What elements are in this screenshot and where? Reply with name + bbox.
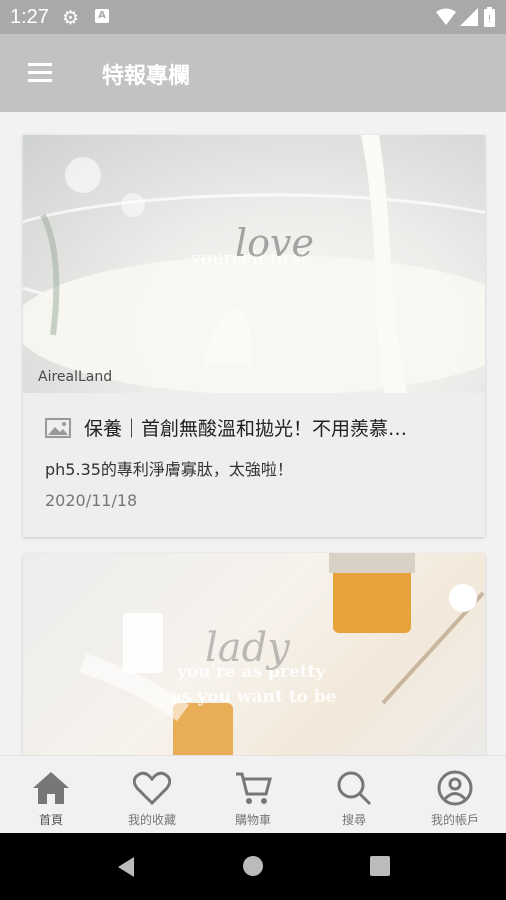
account-icon xyxy=(437,770,473,806)
signal-icon xyxy=(460,8,478,26)
article-subtitle: ph5.35的專利淨膚寡肽，太強啦！ xyxy=(45,460,293,479)
app-bar: 特報專欄 xyxy=(0,34,506,112)
nav-home-label: 首頁 xyxy=(38,813,63,827)
image-icon xyxy=(45,418,71,438)
nav-account-label: 我的帳戶 xyxy=(430,813,479,827)
article-card[interactable]: you're as pretty as you want to be lady xyxy=(23,553,485,763)
nav-cart-label: 購物車 xyxy=(234,813,271,827)
image-script-text: love xyxy=(235,221,314,265)
search-icon xyxy=(337,771,372,806)
image-watermark: AirealLand xyxy=(38,369,113,385)
settings-icon: ⚙ xyxy=(62,7,80,29)
article-image: yourself first love AirealLand xyxy=(23,135,485,393)
home-icon xyxy=(33,772,69,804)
status-time: 1:27 xyxy=(10,6,49,28)
heart-icon xyxy=(133,771,171,806)
image-script-text: lady xyxy=(205,625,290,671)
article-body: 保養｜首創無酸溫和拋光！不用羨慕… ph5.35的專利淨膚寡肽，太強啦！ 202… xyxy=(23,393,485,537)
app-notification-icon: A xyxy=(95,9,109,23)
home-button-icon[interactable] xyxy=(242,855,264,877)
article-card[interactable]: yourself first love AirealLand 保養｜首創無酸溫和… xyxy=(23,135,485,537)
system-navigation-bar xyxy=(0,833,506,900)
nav-favorites[interactable]: 我的收藏 xyxy=(102,756,202,834)
battery-icon: ! xyxy=(484,7,495,27)
nav-cart[interactable]: 購物車 xyxy=(203,756,303,834)
recents-icon[interactable] xyxy=(370,856,390,876)
hamburger-menu-icon[interactable] xyxy=(28,63,52,83)
nav-account[interactable]: 我的帳戶 xyxy=(405,756,505,834)
article-date: 2020/11/18 xyxy=(45,491,138,510)
article-image: you're as pretty as you want to be lady xyxy=(23,553,485,763)
image-overlay-line2: as you want to be xyxy=(171,687,337,707)
bottom-navigation: 首頁 我的收藏 購物車 搜尋 我的帳戶 xyxy=(0,755,506,834)
wifi-icon xyxy=(436,8,456,25)
status-bar: 1:27 ⚙ A ! xyxy=(0,0,506,34)
cart-icon xyxy=(236,772,272,804)
svg-text:!: ! xyxy=(487,14,491,25)
nav-search[interactable]: 搜尋 xyxy=(304,756,404,834)
back-icon[interactable] xyxy=(116,855,136,879)
page-title: 特報專欄 xyxy=(102,64,191,89)
nav-search-label: 搜尋 xyxy=(341,813,366,827)
article-title: 保養｜首創無酸溫和拋光！不用羨慕… xyxy=(84,418,408,440)
nav-favorites-label: 我的收藏 xyxy=(127,813,176,827)
nav-home[interactable]: 首頁 xyxy=(1,756,101,834)
